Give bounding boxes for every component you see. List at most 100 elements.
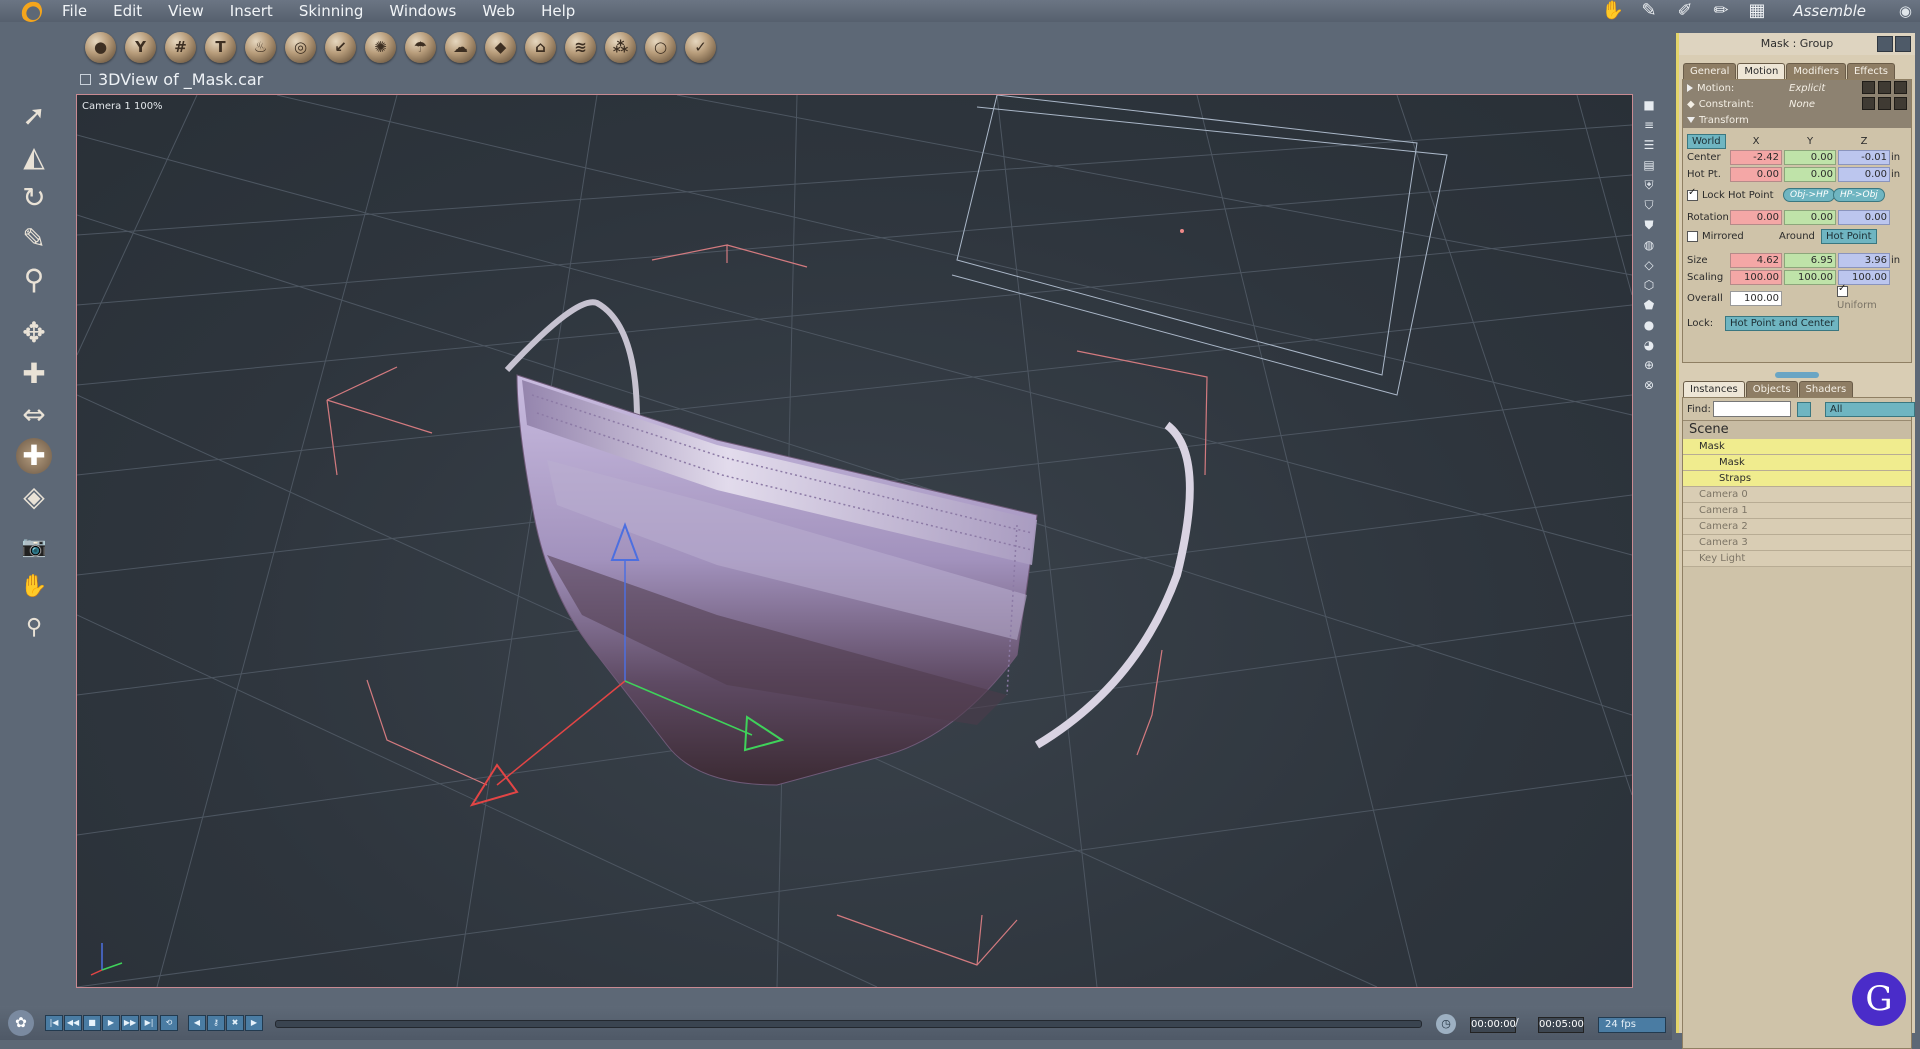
bars-icon[interactable]: ☰: [1640, 138, 1658, 152]
zoom-icon[interactable]: ⚲: [16, 610, 52, 646]
house-tool-icon[interactable]: ⌂: [525, 32, 556, 63]
square-icon[interactable]: ■: [1640, 98, 1658, 112]
app-logo-icon[interactable]: [20, 0, 42, 22]
flame-tool-icon[interactable]: ♨: [245, 32, 276, 63]
find-options-icon[interactable]: [1797, 402, 1811, 417]
coord-space-select[interactable]: World: [1687, 134, 1726, 149]
sky-tool-icon[interactable]: ☁: [445, 32, 476, 63]
prev-key-icon[interactable]: ◀: [188, 1015, 206, 1031]
mirrored-checkbox[interactable]: [1687, 230, 1698, 242]
scaling-y-field[interactable]: 100.00: [1784, 270, 1836, 285]
lock-select[interactable]: Hot Point and Center: [1725, 315, 1840, 331]
tab-instances[interactable]: Instances: [1683, 381, 1745, 397]
hotpt-x-field[interactable]: 0.00: [1730, 167, 1782, 182]
find-input[interactable]: [1713, 401, 1791, 417]
edit-tool-icon[interactable]: ✓: [685, 32, 716, 63]
lathe-tool-icon[interactable]: Y: [125, 32, 156, 63]
size-x-field[interactable]: 4.62: [1730, 253, 1782, 268]
step-forward-icon[interactable]: ▶▶: [121, 1015, 139, 1031]
tree-item-mask-group[interactable]: Mask: [1683, 439, 1911, 455]
chain-icon[interactable]: ⚲: [16, 262, 52, 298]
menu-skinning[interactable]: Skinning: [299, 2, 364, 20]
current-time-field[interactable]: 00:00:00: [1470, 1017, 1516, 1033]
rotate-select-icon[interactable]: ◭: [16, 139, 52, 175]
motion-gear-icon[interactable]: [1862, 81, 1875, 94]
cube-wire-icon[interactable]: ⬡: [1640, 278, 1658, 292]
go-start-icon[interactable]: |◀: [45, 1015, 63, 1031]
center-y-field[interactable]: 0.00: [1784, 150, 1836, 165]
motion-value[interactable]: Explicit: [1789, 83, 1825, 94]
obj-hp-button[interactable]: Obj->HP: [1783, 188, 1836, 202]
sphere-shaded-icon[interactable]: ●: [1640, 318, 1658, 332]
panel-pin-icon[interactable]: [1877, 36, 1893, 52]
size-z-field[interactable]: 3.96: [1838, 253, 1890, 268]
panel-splitter[interactable]: [1679, 363, 1915, 378]
tree-item-mask[interactable]: Mask: [1683, 455, 1911, 471]
pencil-room-icon[interactable]: ✏: [1708, 0, 1734, 22]
size-y-field[interactable]: 6.95: [1784, 253, 1836, 268]
next-key-icon[interactable]: ▶: [245, 1015, 263, 1031]
end-time-field[interactable]: 00:05:00: [1538, 1017, 1584, 1033]
grid-icon[interactable]: ▤: [1640, 158, 1658, 172]
rotate-icon[interactable]: ↻: [16, 180, 52, 216]
globe-icon[interactable]: ◍: [1640, 238, 1658, 252]
overall-field[interactable]: 100.00: [1730, 291, 1782, 306]
transform-row[interactable]: Transform: [1683, 112, 1911, 128]
render-icon[interactable]: ⊕: [1640, 358, 1658, 372]
menu-web[interactable]: Web: [482, 2, 515, 20]
fps-select[interactable]: 24 fps: [1598, 1017, 1666, 1033]
shield2-icon[interactable]: ⛉: [1640, 198, 1658, 212]
constraint-save-icon[interactable]: [1878, 97, 1891, 110]
motion-load-icon[interactable]: [1894, 81, 1907, 94]
constraint-row[interactable]: ◆ Constraint: None: [1683, 96, 1911, 112]
constraint-value[interactable]: None: [1789, 99, 1815, 110]
motion-save-icon[interactable]: [1878, 81, 1891, 94]
hotpt-z-field[interactable]: 0.00: [1838, 167, 1890, 182]
center-x-field[interactable]: -2.42: [1730, 150, 1782, 165]
rotation-z-field[interactable]: 0.00: [1838, 210, 1890, 225]
panel-expand-icon[interactable]: [1895, 36, 1911, 52]
bulb-tool-icon[interactable]: ✺: [365, 32, 396, 63]
play-icon[interactable]: ▶: [102, 1015, 120, 1031]
step-back-icon[interactable]: ◀◀: [64, 1015, 82, 1031]
tree-item-camera-1[interactable]: Camera 1: [1683, 503, 1911, 519]
timeline-scrubber[interactable]: [275, 1020, 1422, 1028]
camera-tool-icon[interactable]: ◎: [285, 32, 316, 63]
brush-room-icon[interactable]: ✎: [1636, 0, 1662, 22]
filter-select[interactable]: All: [1825, 402, 1915, 417]
cone-tool-icon[interactable]: ◆: [485, 32, 516, 63]
tab-shaders[interactable]: Shaders: [1798, 381, 1854, 397]
eye-icon[interactable]: ◉: [1899, 2, 1912, 20]
spot-tool-icon[interactable]: ☂: [405, 32, 436, 63]
stop-icon[interactable]: ■: [83, 1015, 101, 1031]
tab-effects[interactable]: Effects: [1846, 63, 1895, 79]
move-horizontal-icon[interactable]: ⇔: [16, 397, 52, 433]
tree-item-camera-0[interactable]: Camera 0: [1683, 487, 1911, 503]
motion-row[interactable]: Motion: Explicit: [1683, 80, 1911, 96]
light-tool-icon[interactable]: ↙: [325, 32, 356, 63]
delete-key-icon[interactable]: ✖: [226, 1015, 244, 1031]
crowd-tool-icon[interactable]: ⁂: [605, 32, 636, 63]
expand-arrow-icon[interactable]: [1687, 84, 1693, 92]
collapse-arrow-icon[interactable]: [1687, 117, 1695, 123]
constraint-load-icon[interactable]: [1894, 97, 1907, 110]
tree-item-straps[interactable]: Straps: [1683, 471, 1911, 487]
text-tool-icon[interactable]: T: [205, 32, 236, 63]
shield3-icon[interactable]: ⛊: [1640, 218, 1658, 232]
menu-windows[interactable]: Windows: [389, 2, 456, 20]
pan-hand-icon[interactable]: ✋: [16, 569, 52, 605]
link-icon[interactable]: ✎: [16, 221, 52, 257]
plane-tool-icon[interactable]: #: [165, 32, 196, 63]
constraint-link-icon[interactable]: [1862, 97, 1875, 110]
assistant-badge-icon[interactable]: G: [1852, 972, 1906, 1026]
cube-outline-icon[interactable]: ◇: [1640, 258, 1658, 272]
menu-insert[interactable]: Insert: [230, 2, 273, 20]
tree-item-camera-3[interactable]: Camera 3: [1683, 535, 1911, 551]
hand-room-icon[interactable]: ✋: [1600, 0, 1626, 22]
hp-obj-button[interactable]: HP->Obj: [1833, 188, 1885, 202]
move-plane-icon[interactable]: ✚: [16, 356, 52, 392]
viewport-close-box[interactable]: [80, 74, 91, 85]
pen-room-icon[interactable]: ✐: [1672, 0, 1698, 22]
rotation-x-field[interactable]: 0.00: [1730, 210, 1782, 225]
scene-root[interactable]: Scene: [1683, 420, 1911, 439]
